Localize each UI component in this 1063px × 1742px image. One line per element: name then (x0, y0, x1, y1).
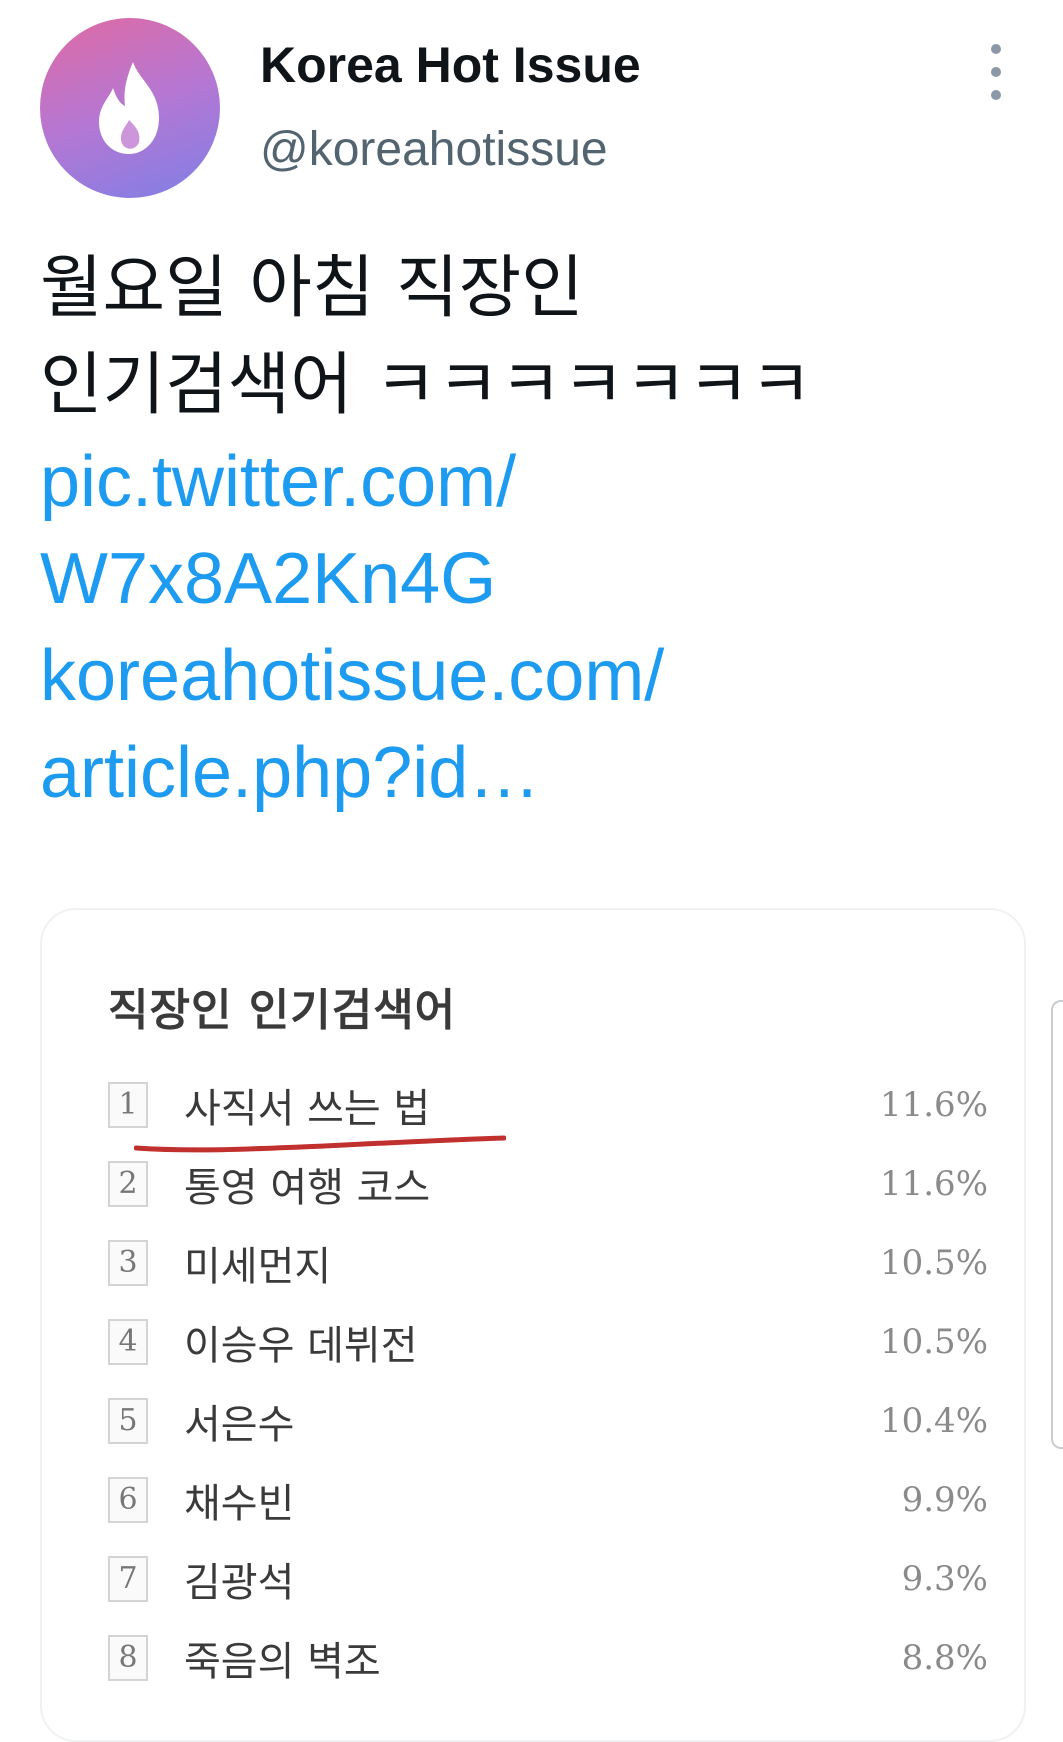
search-term: 사직서 쓰는 법 (184, 1085, 431, 1132)
search-term: 서은수 (184, 1401, 295, 1448)
rank-number: 4 (108, 1318, 148, 1365)
author-name[interactable]: Korea Hot Issue (260, 36, 641, 94)
search-percent: 8.8% (901, 1637, 988, 1678)
tweet-text: 월요일 아침 직장인 인기검색어 ㅋㅋㅋㅋㅋㅋㅋ pic.twitter.com… (40, 240, 1040, 822)
search-percent: 11.6% (879, 1163, 988, 1204)
article-link[interactable]: article.php?id… (40, 725, 1040, 822)
list-item: 1 사직서 쓰는 법 11.6% (108, 1065, 988, 1144)
list-item: 7 김광석 9.3% (108, 1539, 988, 1618)
search-percent: 10.5% (879, 1321, 988, 1362)
ranking-list: 1 사직서 쓰는 법 11.6% 2 통영 여행 코스 11.6% 3 미세먼지… (108, 1065, 988, 1697)
list-item: 4 이승우 데뷔전 10.5% (108, 1302, 988, 1381)
more-dot (991, 90, 1001, 100)
list-item: 5 서은수 10.4% (108, 1381, 988, 1460)
search-percent: 10.5% (879, 1242, 988, 1283)
rank-number: 1 (108, 1081, 148, 1128)
rank-number: 5 (108, 1397, 148, 1444)
search-term: 김광석 (184, 1559, 295, 1606)
flame-icon (99, 62, 159, 154)
pic-link[interactable]: W7x8A2Kn4G (40, 531, 1040, 628)
rank-number: 8 (108, 1634, 148, 1681)
author-handle[interactable]: @koreahotissue (260, 122, 608, 177)
search-percent: 9.3% (901, 1558, 988, 1599)
rank-number: 7 (108, 1555, 148, 1602)
avatar[interactable] (40, 18, 220, 198)
list-item: 3 미세먼지 10.5% (108, 1223, 988, 1302)
search-term: 죽음의 벽조 (184, 1638, 381, 1685)
side-scroll-handle[interactable] (1051, 1000, 1063, 1449)
search-term: 채수빈 (184, 1480, 295, 1527)
more-dot (991, 67, 1001, 77)
list-item: 8 죽음의 벽조 8.8% (108, 1618, 988, 1697)
rank-number: 6 (108, 1476, 148, 1523)
search-term: 이승우 데뷔전 (184, 1322, 418, 1369)
list-item: 6 채수빈 9.9% (108, 1460, 988, 1539)
more-options-button[interactable] (980, 44, 1012, 100)
more-dot (991, 44, 1001, 54)
rank-number: 2 (108, 1160, 148, 1207)
search-percent: 10.4% (879, 1400, 988, 1441)
rank-number: 3 (108, 1239, 148, 1286)
tweet-line: 인기검색어 ㅋㅋㅋㅋㅋㅋㅋ (40, 346, 813, 425)
search-term: 미세먼지 (184, 1243, 332, 1290)
article-link[interactable]: koreahotissue.com/ (40, 628, 1040, 725)
search-percent: 11.6% (879, 1084, 988, 1125)
search-term: 통영 여행 코스 (184, 1164, 431, 1211)
tweet-line: 월요일 아침 직장인 (40, 249, 584, 328)
list-item: 2 통영 여행 코스 11.6% (108, 1144, 988, 1223)
attached-image-card[interactable]: 직장인 인기검색어 1 사직서 쓰는 법 11.6% 2 통영 여행 코스 11… (40, 908, 1026, 1742)
card-title: 직장인 인기검색어 (108, 985, 457, 1036)
pic-link[interactable]: pic.twitter.com/ (40, 434, 1040, 531)
search-percent: 9.9% (901, 1479, 988, 1520)
